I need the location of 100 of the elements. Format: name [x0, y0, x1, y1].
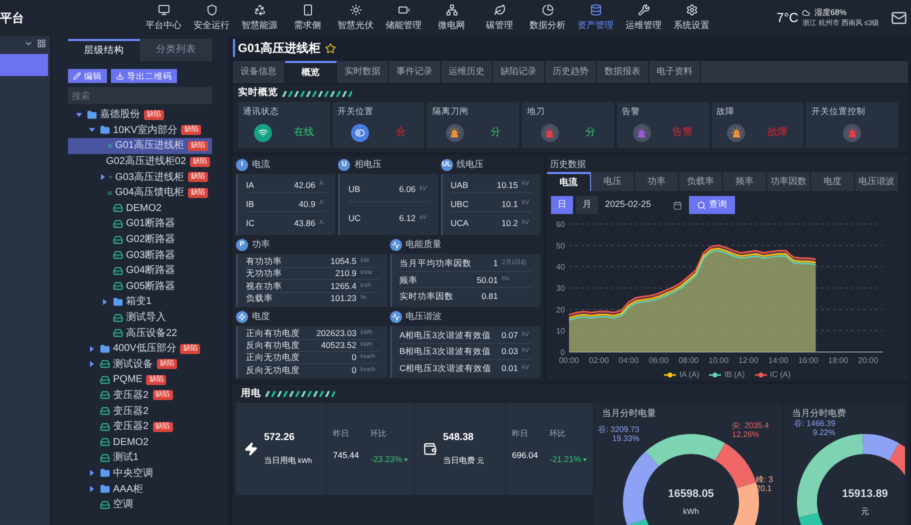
stat-value: 572.26 — [264, 431, 296, 446]
wrench-icon — [638, 4, 650, 16]
nav-item[interactable]: 系统设置 — [668, 4, 715, 32]
tree-item[interactable]: 中央空调 — [68, 466, 212, 482]
chevron-down-icon[interactable] — [24, 39, 33, 48]
query-button[interactable]: 查询 — [689, 196, 735, 214]
section-title: 用电 — [241, 386, 261, 401]
tree-item[interactable]: DEMO2 — [68, 200, 212, 216]
device-tab[interactable]: 历史趋势 — [545, 61, 597, 83]
x-tick-label: 20:00 — [858, 356, 878, 365]
toolbar-button[interactable]: 编辑 — [68, 69, 107, 83]
tree-item[interactable]: 高压设备22 — [68, 325, 212, 341]
caret-down-icon[interactable] — [89, 127, 95, 134]
nav-item[interactable]: 碳管理 — [476, 4, 523, 32]
history-tab[interactable]: 功率 — [635, 172, 679, 191]
device-tab[interactable]: 电子资料 — [649, 61, 701, 83]
tree-item[interactable]: DEMO2 — [68, 434, 212, 450]
metric-label: B相电压3次谐波有效值 — [400, 345, 492, 358]
folder-icon — [100, 484, 110, 494]
device-tab[interactable]: 运维历史 — [441, 61, 493, 83]
caret-right-icon[interactable] — [89, 486, 95, 492]
history-tab[interactable]: 功率因数 — [767, 172, 811, 191]
callout-label: 谷: 3209.73 — [598, 425, 640, 434]
tree-item[interactable]: G03断路器 — [68, 247, 212, 263]
toolbar-button[interactable]: 导出二维码 — [111, 69, 177, 83]
metric-label: IA — [246, 178, 256, 192]
history-tab[interactable]: 频率 — [723, 172, 767, 191]
star-icon[interactable] — [324, 42, 336, 54]
nav-item[interactable]: 运维管理 — [620, 4, 667, 32]
device-tab[interactable]: 概览 — [285, 61, 337, 83]
legend-label: IB (A) — [724, 369, 745, 381]
bolt-icon — [236, 311, 248, 323]
tree-item[interactable]: G01断路器 — [68, 216, 212, 232]
tree-item[interactable]: AAA柜 — [68, 481, 212, 497]
mail-icon[interactable] — [891, 10, 907, 26]
tree-item-label: 高压设备22 — [126, 326, 178, 341]
calendar-icon — [673, 200, 682, 210]
caret-right-icon[interactable] — [89, 470, 95, 476]
metric-label: IB — [246, 198, 256, 210]
yesterday-value: 745.44 — [333, 449, 360, 462]
caret-right-icon[interactable] — [89, 361, 95, 368]
metric-label: UBC — [450, 198, 470, 210]
status-value: 合 — [396, 126, 406, 140]
nav-item[interactable]: 资产管理 — [572, 4, 619, 32]
humidity: 湿度68% — [814, 6, 846, 19]
nav-item[interactable]: 平台中心 — [140, 4, 187, 32]
stripes-icon — [265, 391, 335, 397]
metric-value: 0.07 — [501, 329, 518, 342]
device-tab[interactable]: 缺陷记录 — [493, 61, 545, 83]
device-title: G01高压进线柜 — [233, 39, 321, 57]
history-tab[interactable]: 电压 — [591, 172, 635, 191]
legend-label: IA (A) — [679, 369, 700, 381]
tree-item[interactable]: G04断路器 — [68, 262, 212, 279]
x-tick-label: 10:00 — [708, 356, 729, 365]
nav-item[interactable]: 安全运行 — [188, 4, 235, 32]
tree-item[interactable]: 测试导入 — [68, 310, 212, 326]
nav-item[interactable]: 智慧光伏 — [332, 4, 379, 32]
tree-item[interactable]: 测试1 — [68, 450, 212, 466]
ratio-value: -21.21% — [550, 453, 582, 466]
device-tab[interactable]: 事件记录 — [389, 61, 441, 83]
nav-item[interactable]: 储能管理 — [380, 4, 427, 32]
tree-item[interactable]: G02断路器 — [68, 232, 212, 248]
device-tab[interactable]: 数据报表 — [597, 61, 649, 83]
metric-value: 1054.5 — [330, 255, 356, 268]
download-icon — [116, 72, 124, 80]
settings-icon — [686, 4, 698, 16]
tree-item-label: 嘉德股份 — [100, 108, 140, 122]
y-tick-label: 0 — [560, 348, 565, 357]
caret-down-icon[interactable] — [76, 112, 82, 118]
caret-right-icon[interactable] — [89, 346, 95, 352]
tree-item-label: G02断路器 — [126, 232, 175, 248]
history-tab[interactable]: 负载率 — [679, 172, 723, 191]
tree-item[interactable]: 变压器2 — [68, 403, 212, 419]
tree-item-label: 测试导入 — [126, 310, 166, 326]
caret-right-icon[interactable] — [100, 174, 106, 180]
device-tab[interactable]: 实时数据 — [337, 61, 389, 83]
tree-item[interactable]: G05断路器 — [68, 278, 212, 294]
panel-tab[interactable]: 分类列表 — [140, 39, 212, 61]
status-value: 分 — [490, 126, 501, 140]
nav-item[interactable]: 数据分析 — [524, 4, 571, 32]
caret-right-icon[interactable] — [102, 298, 108, 305]
period-button[interactable]: 月 — [576, 196, 598, 214]
metric-title: 电度 — [252, 310, 270, 324]
status-value: 在线 — [294, 126, 314, 140]
nav-item[interactable]: 智慧能源 — [236, 4, 283, 32]
metric-value: 40.9 — [298, 198, 316, 210]
y-tick-label: 30 — [556, 284, 565, 293]
history-tab[interactable]: 电压谐波 — [855, 172, 899, 191]
history-tab[interactable]: 电度 — [811, 172, 855, 191]
tree-item[interactable]: 空调 — [68, 496, 212, 512]
nav-item[interactable]: 需求侧 — [284, 4, 331, 32]
nav-item[interactable]: 微电网 — [428, 4, 475, 32]
pencil-icon — [73, 72, 81, 80]
tree-item-label: G03断路器 — [126, 248, 175, 263]
tree-item[interactable]: 箱变1 — [68, 294, 212, 310]
period-button[interactable]: 日 — [551, 196, 573, 214]
database-icon — [590, 4, 602, 16]
search-field[interactable]: 搜索 — [68, 87, 212, 104]
grid-icon[interactable] — [37, 39, 46, 48]
status-label: 告警 — [622, 105, 641, 118]
